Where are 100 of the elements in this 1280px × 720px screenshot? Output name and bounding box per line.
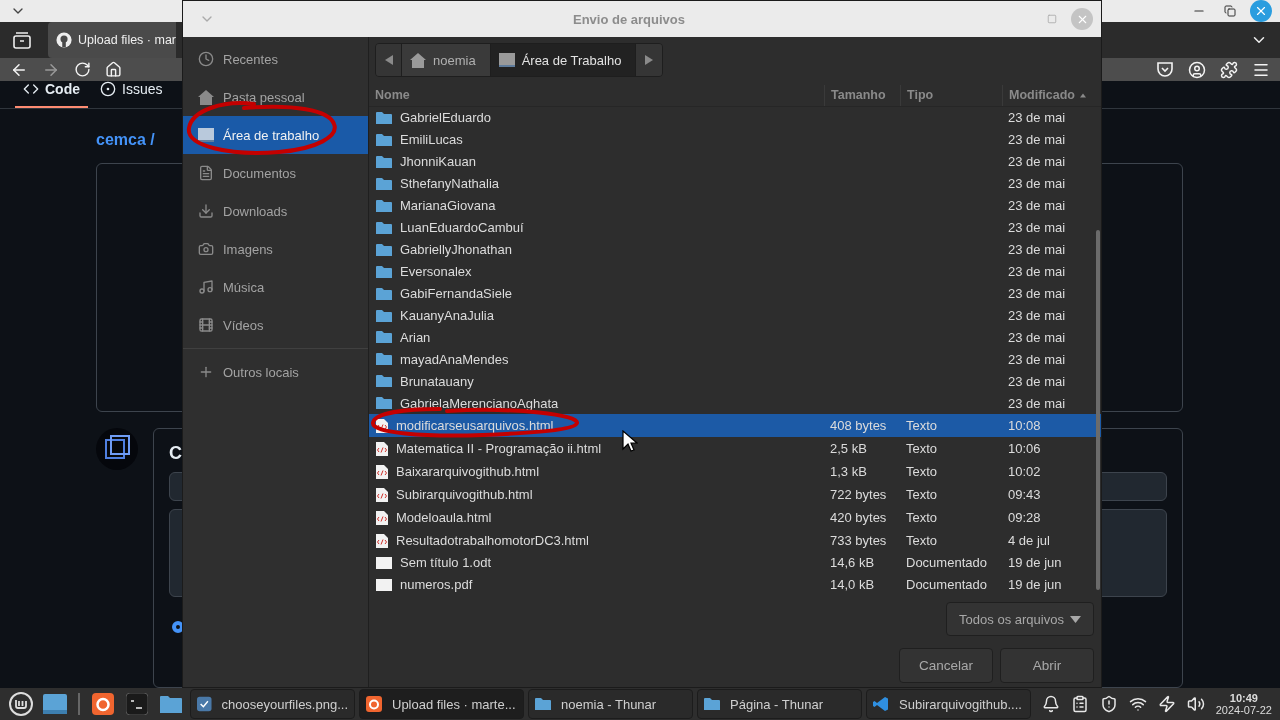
volume-icon[interactable] [1186,695,1205,713]
file-row[interactable]: Sem título 1.odt 14,6 kB Documentado 19 de jun [369,552,1101,574]
modified-date: 23 de mai [1008,154,1066,170]
file-row[interactable]: EmiliLucas 23 de mai [369,128,1101,151]
file-row[interactable]: GabiFernandaSiele 23 de mai [369,282,1101,305]
shield-icon[interactable] [1099,695,1118,713]
file-row[interactable]: numeros.pdf 14,0 kB Documentado 19 de jun [369,573,1101,596]
reload-icon[interactable] [74,61,91,78]
file-row[interactable]: LuanEduardoCambuí 23 de mai [369,216,1101,239]
folder-icon [704,697,720,711]
file-size: 2,5 kB [830,441,867,457]
extensions-icon[interactable] [1220,60,1238,79]
taskbar-window-button[interactable]: chooseyourfiles.png... [190,689,355,719]
sidebar-item[interactable]: Música [183,268,368,306]
modified-date: 23 de mai [1008,395,1066,411]
file-row[interactable]: modificarseusarquivos.html 408 bytes Texto 10:08 [369,414,1101,438]
modified-date: 10:08 [1008,418,1041,434]
sidebar-item[interactable]: Imagens [183,230,368,268]
path-forward-button[interactable] [636,44,663,76]
file-row[interactable]: Arian 23 de mai [369,326,1101,349]
modified-date: 4 de jul [1008,533,1050,549]
path-button[interactable]: Área de Trabalho [490,44,637,76]
file-size: 420 bytes [830,510,887,526]
sidebar-item[interactable]: Área de trabalho [183,116,368,154]
path-button[interactable]: noemia [402,44,491,76]
terminal-icon[interactable] [126,693,148,715]
browser-tab[interactable]: Upload files · mar [48,22,176,58]
html-file-icon [376,510,388,525]
file-row[interactable]: Eversonalex 23 de mai [369,260,1101,283]
file-row[interactable]: SthefanyNathalia 23 de mai [369,172,1101,195]
html-file-icon [376,441,388,456]
file-name: ResultadotrabalhomotorDC3.html [396,533,589,549]
wifi-icon[interactable] [1128,695,1147,713]
home-icon[interactable] [105,61,122,78]
file-row[interactable]: Matematica II - Programação ii.html 2,5 kB Texto 10:06 [369,437,1101,461]
file-row[interactable]: mayadAnaMendes 23 de mai [369,348,1101,371]
taskbar-window-button[interactable]: Subirarquivogithub.... [866,689,1031,719]
folder-icon [376,330,392,345]
file-row[interactable]: GabriellyJhonathan 23 de mai [369,238,1101,261]
file-type-dropdown[interactable]: Todos os arquivos [946,602,1094,636]
music-note-icon [198,279,214,295]
dialog-button[interactable]: Abrir [1000,648,1094,683]
file-name: Arian [400,329,431,345]
left-triangle-icon[interactable] [384,55,393,65]
file-row[interactable]: Baixararquivogithub.html 1,3 kB Texto 10:02 [369,460,1101,484]
file-row[interactable]: KauanyAnaJulia 23 de mai [369,304,1101,327]
browser-launcher-icon[interactable] [92,693,114,715]
clipboard-icon[interactable] [1070,695,1089,713]
file-row[interactable]: Subirarquivogithub.html 722 bytes Texto 09:43 [369,483,1101,507]
file-row[interactable]: Modeloaula.html 420 bytes Texto 09:28 [369,506,1101,530]
sidebar-item[interactable]: Recentes [183,40,368,78]
folder-icon [376,264,392,279]
home-folder-icon [535,697,551,711]
modified-date: 23 de mai [1008,264,1066,280]
dialog-title: Envio de arquivos [572,11,686,27]
document-icon [198,165,214,181]
folder-icon [376,286,392,301]
tab-list-icon[interactable] [12,31,32,49]
modified-date: 23 de mai [1008,373,1066,389]
dialog-button[interactable]: Cancelar [899,648,993,683]
camera-icon [198,241,214,257]
repo-tab[interactable]: Code [15,81,88,108]
taskbar-window-button[interactable]: Upload files · marte... [359,689,524,719]
plus-icon [198,364,214,380]
file-row[interactable]: GabrielaMerencianoAghata 23 de mai [369,392,1101,415]
file-row[interactable]: Brunatauany 23 de mai [369,370,1101,393]
folder-icon [376,396,392,411]
modified-date: 23 de mai [1008,308,1066,323]
sidebar-item[interactable]: Downloads [183,192,368,230]
file-name: GabrielEduardo [400,110,492,126]
account-icon[interactable] [1188,60,1206,79]
modified-date: 23 de mai [1008,286,1066,302]
file-type: Texto [906,533,938,549]
file-row[interactable]: MarianaGiovana 23 de mai [369,194,1101,217]
pocket-icon[interactable] [1156,61,1174,78]
notifications-icon[interactable] [1041,695,1060,713]
taskbar-window-button[interactable]: Página - Thunar [697,689,862,719]
modified-date: 19 de jun [1008,577,1062,593]
sidebar-item[interactable]: Pasta pessoal [183,78,368,116]
clock-date: 2024-07-22 [1215,704,1272,716]
scrollbar[interactable] [1096,230,1100,590]
folder-icon [376,308,392,323]
file-size: 14,6 kB [830,555,875,571]
sidebar-item[interactable]: Documentos [183,154,368,192]
taskbar-window-button[interactable]: noemia - Thunar [528,689,693,719]
sidebar-item[interactable]: Vídeos [183,306,368,344]
repo-tab[interactable]: Issues [92,81,171,108]
file-row[interactable]: GabrielEduardo 23 de mai [369,106,1101,129]
file-manager-icon[interactable] [160,695,182,713]
issue-icon [100,81,116,97]
power-icon[interactable] [1157,695,1176,713]
folder-icon [376,176,392,191]
file-row[interactable]: JhonniKauan 23 de mai [369,150,1101,173]
sidebar-item[interactable]: Outros locais [183,353,368,391]
file-row[interactable]: ResultadotrabalhomotorDC3.html 733 bytes Texto 4 de jul [369,529,1101,552]
right-triangle-icon[interactable] [645,55,654,65]
modified-date: 09:43 [1008,487,1041,503]
close-button[interactable] [1250,0,1272,22]
path-back-button[interactable] [376,44,402,76]
start-menu-icon[interactable] [9,692,33,716]
